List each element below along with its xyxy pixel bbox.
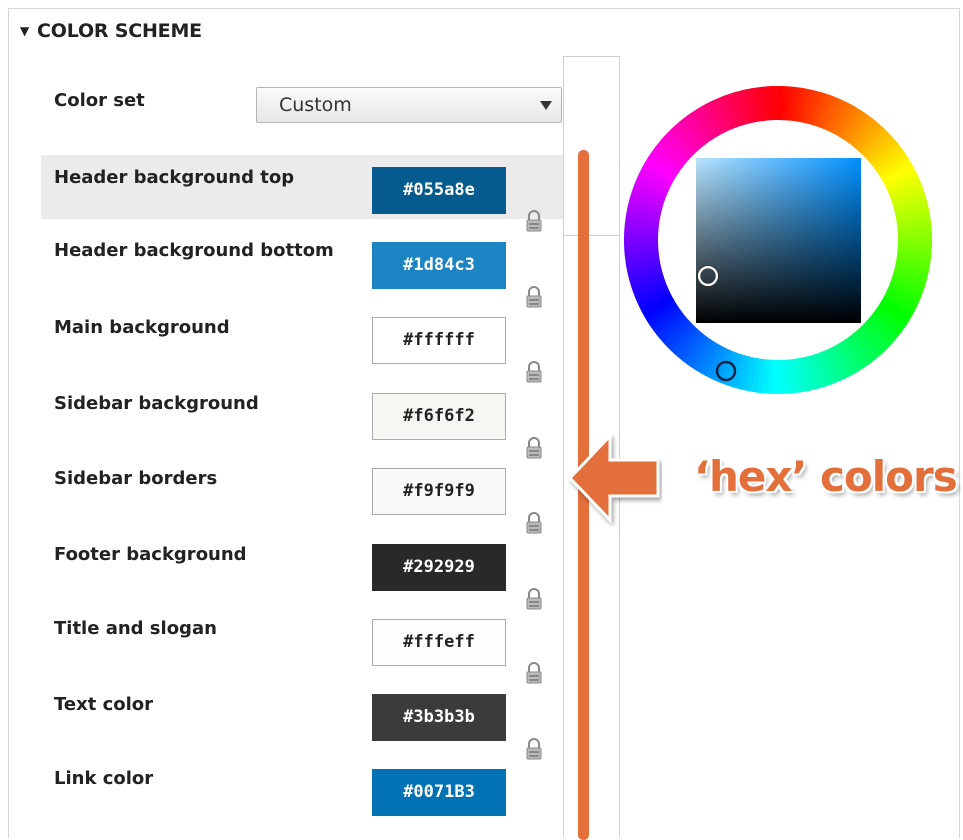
field-label-main-background: Main background bbox=[54, 317, 230, 338]
field-label-sidebar-borders: Sidebar borders bbox=[54, 468, 218, 489]
field-label-header-top: Header background top bbox=[54, 167, 295, 188]
field-label-sidebar-background: Sidebar background bbox=[54, 393, 259, 414]
section-title: COLOR SCHEME bbox=[37, 20, 202, 42]
chevron-down-icon bbox=[540, 101, 552, 110]
lock-column-top-box bbox=[563, 56, 620, 236]
triangle-down-icon: ▼ bbox=[20, 24, 30, 38]
color-wheel-picker[interactable] bbox=[622, 84, 934, 396]
field-label-footer-background: Footer background bbox=[54, 544, 247, 565]
color-field-footer-background[interactable]: #292929 bbox=[372, 544, 506, 591]
color-field-title-slogan[interactable]: #fffeff bbox=[372, 619, 506, 666]
color-set-select[interactable]: Custom bbox=[256, 87, 562, 123]
color-set-value: Custom bbox=[279, 94, 352, 116]
lock-icon[interactable] bbox=[525, 285, 543, 309]
annotation-arrow bbox=[567, 432, 660, 524]
field-label-text-color: Text color bbox=[54, 694, 154, 715]
color-field-sidebar-background[interactable]: #f6f6f2 bbox=[372, 393, 506, 440]
field-label-header-bottom: Header background bottom bbox=[54, 240, 334, 261]
color-field-main-background[interactable]: #ffffff bbox=[372, 317, 506, 364]
lock-icon[interactable] bbox=[525, 737, 543, 761]
color-field-sidebar-borders[interactable]: #f9f9f9 bbox=[372, 468, 506, 515]
lock-icon[interactable] bbox=[525, 661, 543, 685]
lock-icon[interactable] bbox=[525, 587, 543, 611]
lock-icon[interactable] bbox=[525, 511, 543, 535]
saturation-square[interactable] bbox=[696, 158, 861, 323]
color-field-text-color[interactable]: #3b3b3b bbox=[372, 694, 506, 741]
color-field-link-color[interactable]: #0071B3 bbox=[372, 769, 506, 816]
lock-icon[interactable] bbox=[525, 360, 543, 384]
color-field-header-top[interactable]: #055a8e bbox=[372, 167, 506, 214]
field-label-link-color: Link color bbox=[54, 768, 154, 789]
lock-icon[interactable] bbox=[525, 209, 543, 233]
color-set-label: Color set bbox=[54, 90, 145, 111]
color-field-header-bottom[interactable]: #1d84c3 bbox=[372, 242, 506, 289]
lock-icon[interactable] bbox=[525, 436, 543, 460]
hex-colors-annotation: ‘hex’ colors bbox=[694, 452, 958, 501]
section-legend[interactable]: ▼ COLOR SCHEME bbox=[20, 20, 202, 42]
field-label-title-slogan: Title and slogan bbox=[54, 618, 217, 639]
